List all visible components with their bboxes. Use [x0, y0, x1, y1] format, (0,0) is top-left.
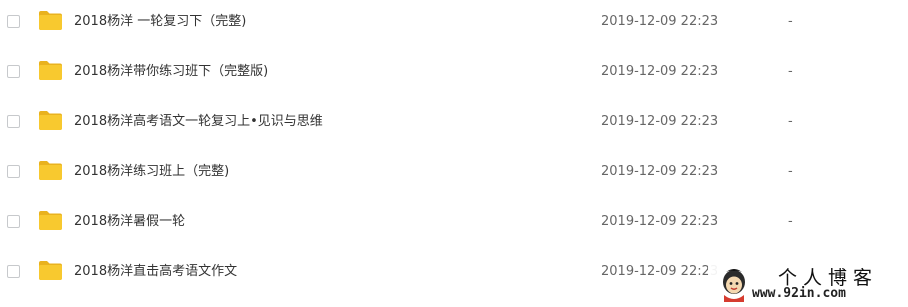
mascot-icon [718, 268, 750, 302]
file-name[interactable]: 2018杨洋高考语文一轮复习上•见识与思维 [74, 113, 323, 131]
file-size: - [788, 14, 793, 29]
file-size: - [788, 214, 793, 229]
file-size: - [788, 64, 793, 79]
modified-date: 2019-12-09 22:23 [601, 114, 719, 129]
row-checkbox[interactable] [7, 15, 20, 28]
folder-icon [38, 10, 63, 31]
file-name[interactable]: 2018杨洋直击高考语文作文 [74, 263, 237, 281]
file-row[interactable]: 2018杨洋练习班上（完整) 2019-12-09 22:23 - [0, 150, 908, 200]
row-checkbox[interactable] [7, 115, 20, 128]
file-name[interactable]: 2018杨洋练习班上（完整) [74, 163, 229, 181]
modified-date: 2019-12-09 22:23 [601, 64, 719, 79]
file-size: - [788, 114, 793, 129]
row-checkbox[interactable] [7, 265, 20, 278]
modified-date: 2019-12-09 22:23 [601, 264, 719, 279]
file-row[interactable]: 2018杨洋带你练习班下（完整版) 2019-12-09 22:23 - [0, 50, 908, 100]
file-row[interactable]: 2018杨洋高考语文一轮复习上•见识与思维 2019-12-09 22:23 - [0, 100, 908, 150]
file-name[interactable]: 2018杨洋带你练习班下（完整版) [74, 63, 268, 81]
modified-date: 2019-12-09 22:23 [601, 214, 719, 229]
row-checkbox[interactable] [7, 65, 20, 78]
row-checkbox[interactable] [7, 215, 20, 228]
folder-icon [38, 260, 63, 281]
row-checkbox[interactable] [7, 165, 20, 178]
file-list: 2018杨洋 一轮复习下（完整) 2019-12-09 22:23 - 2018… [0, 0, 908, 300]
folder-icon [38, 210, 63, 231]
file-row[interactable]: 2018杨洋 一轮复习下（完整) 2019-12-09 22:23 - [0, 0, 908, 50]
file-name[interactable]: 2018杨洋暑假一轮 [74, 213, 185, 231]
file-name[interactable]: 2018杨洋 一轮复习下（完整) [74, 13, 246, 31]
folder-icon [38, 110, 63, 131]
modified-date: 2019-12-09 22:23 [601, 164, 719, 179]
modified-date: 2019-12-09 22:23 [601, 14, 719, 29]
file-row[interactable]: 2018杨洋暑假一轮 2019-12-09 22:23 - [0, 200, 908, 250]
watermark: 个人博客 www.92in.com [708, 262, 908, 307]
file-size: - [788, 164, 793, 179]
folder-icon [38, 160, 63, 181]
watermark-url: www.92in.com [752, 286, 846, 301]
folder-icon [38, 60, 63, 81]
